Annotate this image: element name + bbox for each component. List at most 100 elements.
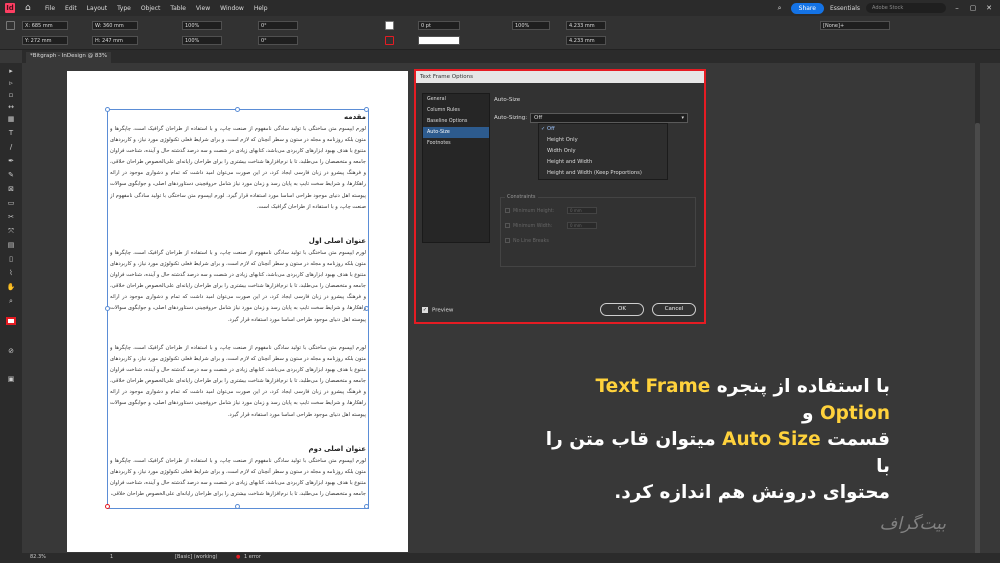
sidebar-item-column-rules[interactable]: Column Rules — [423, 105, 489, 116]
eyedropper-tool-icon[interactable]: ⌇ — [6, 269, 16, 277]
workspace-switcher[interactable]: Essentials — [830, 5, 860, 12]
min-width-checkbox[interactable] — [505, 223, 510, 228]
rotate-field[interactable]: 0° — [258, 21, 298, 30]
caption-text: با استفاده از پنجره — [710, 376, 890, 397]
height-field[interactable]: H: 247 mm — [92, 36, 138, 45]
zoom-level[interactable]: 82.3% — [30, 554, 46, 560]
offset-field-1[interactable]: 4.233 mm — [566, 21, 606, 30]
ok-button[interactable]: OK — [600, 303, 644, 316]
stroke-swatch-icon[interactable] — [385, 36, 394, 45]
line-tool-icon[interactable]: / — [6, 143, 16, 151]
scale-y-field[interactable]: 100% — [182, 36, 222, 45]
opacity-field[interactable]: 100% — [512, 21, 550, 30]
preflight-profile[interactable]: [Basic] (working) — [175, 554, 217, 560]
stroke-type-select[interactable] — [418, 36, 460, 45]
transform-tool-icon[interactable]: ⤧ — [6, 227, 16, 235]
content-collector-icon[interactable]: ▦ — [6, 115, 16, 123]
dialog-sidebar: General Column Rules Baseline Options Au… — [422, 93, 490, 243]
apply-none-icon[interactable]: ⊘ — [6, 347, 16, 355]
menu-view[interactable]: View — [196, 5, 210, 12]
home-icon[interactable]: ⌂ — [25, 3, 35, 13]
frame-handle[interactable] — [364, 107, 369, 112]
constraints-title: Constraints — [505, 194, 538, 200]
note-tool-icon[interactable]: ▯ — [6, 255, 16, 263]
scale-x-field[interactable]: 100% — [182, 21, 222, 30]
selection-tool-icon[interactable]: ▸ — [6, 67, 16, 75]
page-number[interactable]: 1 — [110, 554, 113, 560]
error-dot-icon: ● — [236, 554, 241, 560]
indesign-logo: Id — [5, 3, 15, 13]
maximize-icon[interactable]: ▢ — [968, 4, 978, 12]
tools-panel: ▸ ▹ ▫ ↔ ▦ T / ✒ ✎ ⊠ ▭ ✂ ⤧ ▤ ▯ ⌇ ✋ ⌕ ⊘ ▣ — [0, 63, 22, 553]
option-keep-proportions[interactable]: Height and Width (Keep Proportions) — [539, 168, 667, 179]
type-tool-icon[interactable]: T — [6, 129, 16, 137]
reference-point-icon[interactable] — [6, 21, 15, 30]
share-button[interactable]: Share — [790, 2, 824, 14]
min-width-field[interactable]: 0 mm — [567, 222, 597, 229]
sidebar-item-general[interactable]: General — [423, 94, 489, 105]
stroke-weight-field[interactable]: 0 pt — [418, 21, 460, 30]
no-line-breaks-row[interactable]: No Line Breaks — [505, 238, 549, 244]
fill-stroke-icon[interactable] — [6, 317, 16, 325]
shear-field[interactable]: 0° — [258, 36, 298, 45]
option-width-only[interactable]: Width Only — [539, 146, 667, 157]
object-style-select[interactable]: [None]+ — [820, 21, 890, 30]
min-height-field[interactable]: 0 mm — [567, 207, 597, 214]
option-off[interactable]: ✓ Off — [539, 124, 667, 135]
paragraph-main-3: لورم ایپسوم متن ساختگی با تولید سادگی نا… — [110, 458, 366, 498]
stock-search-input[interactable]: Adobe Stock — [866, 3, 946, 13]
min-height-row[interactable]: Minimum Height: 0 mm — [505, 207, 597, 214]
preview-toggle[interactable]: ✓ Preview — [422, 307, 453, 314]
page-tool-icon[interactable]: ▫ — [6, 91, 16, 99]
option-height-and-width[interactable]: Height and Width — [539, 157, 667, 168]
menu-bar: Id ⌂ File Edit Layout Type Object Table … — [0, 0, 1000, 16]
rectangle-frame-tool-icon[interactable]: ⊠ — [6, 185, 16, 193]
checkmark-icon[interactable]: ✓ — [422, 307, 428, 313]
minimize-icon[interactable]: – — [952, 4, 962, 12]
heading-main-1: عنوان اصلی اول — [308, 237, 366, 245]
caption-line-2: قسمت Auto Size میتوان قاب متن را با — [540, 427, 890, 480]
min-width-row[interactable]: Minimum Width: 0 mm — [505, 222, 597, 229]
scroll-thumb[interactable] — [975, 123, 980, 563]
vertical-scrollbar[interactable] — [975, 63, 980, 563]
menu-table[interactable]: Table — [170, 5, 186, 12]
menu-help[interactable]: Help — [254, 5, 268, 12]
gradient-tool-icon[interactable]: ▤ — [6, 241, 16, 249]
width-field[interactable]: W: 360 mm — [92, 21, 138, 30]
min-height-checkbox[interactable] — [505, 208, 510, 213]
direct-selection-tool-icon[interactable]: ▹ — [6, 79, 16, 87]
x-field[interactable]: X: 685 mm — [22, 21, 68, 30]
zoom-tool-icon[interactable]: ⌕ — [6, 297, 16, 305]
frame-handle[interactable] — [105, 107, 110, 112]
brand-watermark: بیت‌گراف — [879, 514, 946, 534]
offset-field-2[interactable]: 4.233 mm — [566, 36, 606, 45]
rectangle-tool-icon[interactable]: ▭ — [6, 199, 16, 207]
hand-tool-icon[interactable]: ✋ — [6, 283, 16, 291]
error-count[interactable]: 1 error — [244, 554, 261, 560]
menu-file[interactable]: File — [45, 5, 55, 12]
document-tab[interactable]: *Bitgraph - InDesign @ 83% — [26, 52, 112, 63]
menu-edit[interactable]: Edit — [65, 5, 77, 12]
menu-object[interactable]: Object — [141, 5, 161, 12]
frame-handle[interactable] — [235, 107, 240, 112]
search-icon[interactable]: ⌕ — [775, 4, 785, 13]
menu-layout[interactable]: Layout — [87, 5, 107, 12]
option-height-only[interactable]: Height Only — [539, 135, 667, 146]
pen-tool-icon[interactable]: ✒ — [6, 157, 16, 165]
screen-mode-icon[interactable]: ▣ — [6, 375, 16, 383]
menu-window[interactable]: Window — [220, 5, 244, 12]
pencil-tool-icon[interactable]: ✎ — [6, 171, 16, 179]
y-field[interactable]: Y: 272 mm — [22, 36, 68, 45]
sidebar-item-baseline-options[interactable]: Baseline Options — [423, 116, 489, 127]
gap-tool-icon[interactable]: ↔ — [6, 103, 16, 111]
scissors-tool-icon[interactable]: ✂ — [6, 213, 16, 221]
auto-sizing-select[interactable]: Off ▾ — [530, 113, 688, 123]
sidebar-item-footnotes[interactable]: Footnotes — [423, 138, 489, 149]
cancel-button[interactable]: Cancel — [652, 303, 696, 316]
no-line-breaks-checkbox[interactable] — [505, 238, 510, 243]
sidebar-item-auto-size[interactable]: Auto-Size — [423, 127, 489, 138]
close-icon[interactable]: ✕ — [984, 4, 994, 12]
menu-type[interactable]: Type — [117, 5, 131, 12]
fill-swatch-icon[interactable] — [385, 21, 394, 30]
status-bar: 82.3% 1 [Basic] (working) ● 1 error — [0, 553, 1000, 563]
